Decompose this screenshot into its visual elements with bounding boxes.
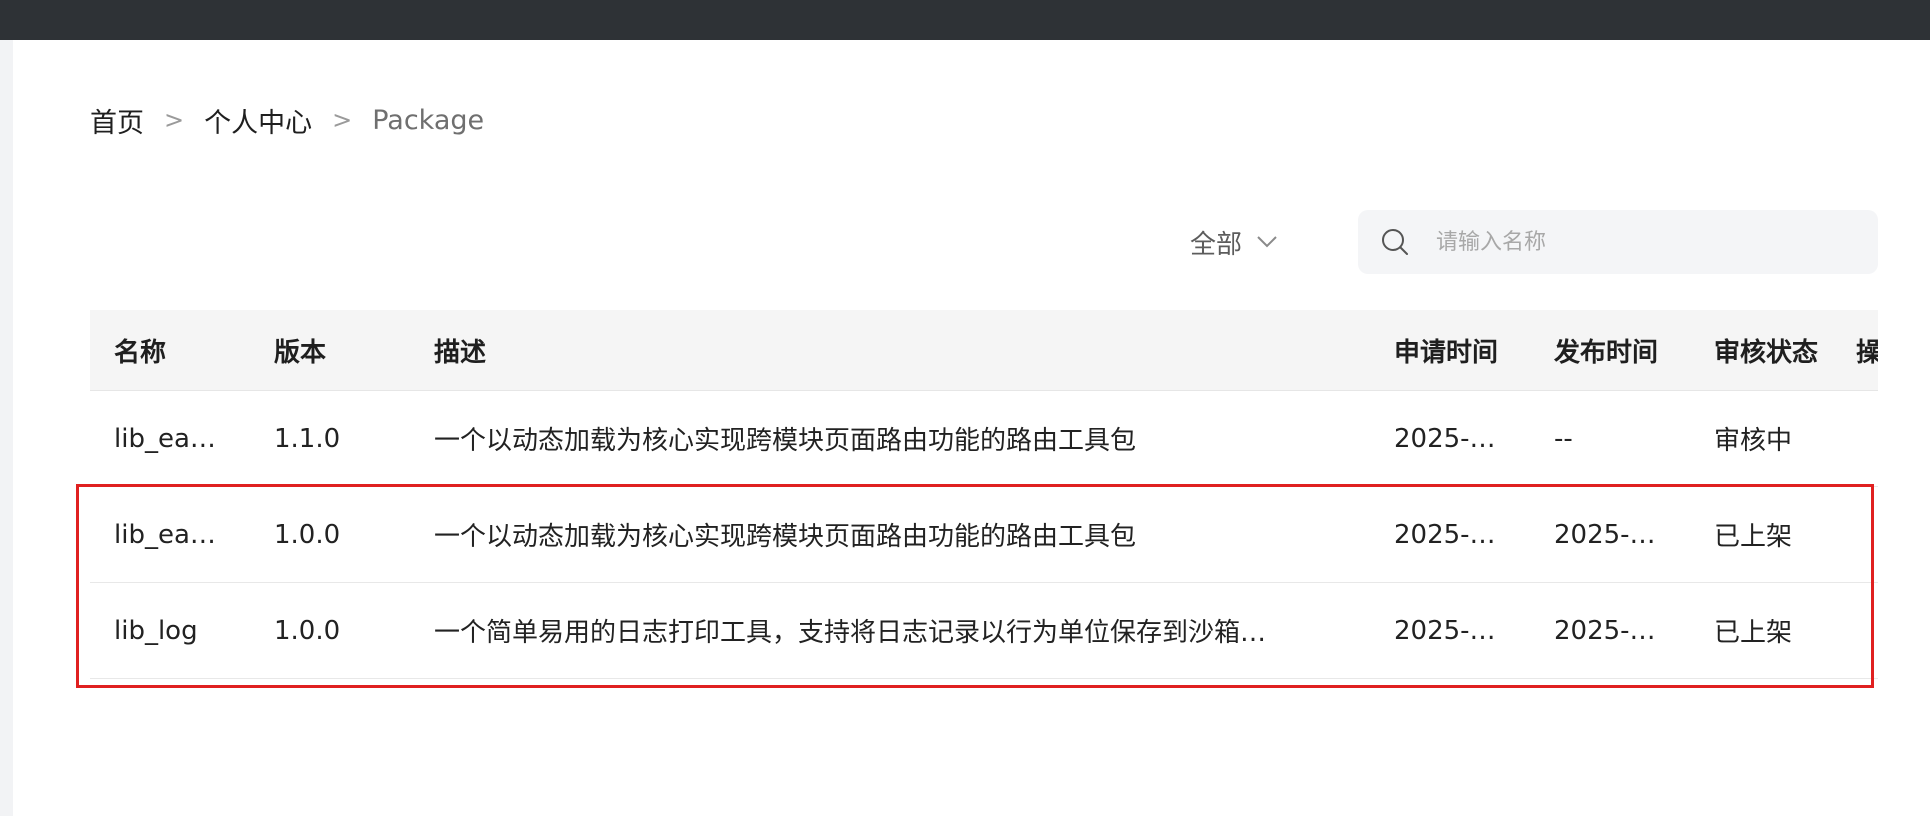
cell-apply-time: 2025-… [1394,615,1496,646]
table-header: 名称 版本 描述 申请时间 发布时间 审核状态 操 [90,310,1878,391]
search-icon [1380,227,1410,257]
package-table: 名称 版本 描述 申请时间 发布时间 审核状态 操 lib_ea… 1.1.0 … [90,310,1878,679]
breadcrumb-home[interactable]: 首页 [90,101,144,140]
cell-version: 1.1.0 [274,423,341,454]
header-description: 描述 [434,337,487,368]
search-input[interactable] [1434,221,1858,263]
cell-publish-time: 2025-… [1554,615,1656,646]
cell-description: 一个简单易用的日志打印工具，支持将日志记录以行为单位保存到沙箱… [434,618,1267,648]
table-row[interactable]: lib_ea… 1.1.0 一个以动态加载为核心实现跨模块页面路由功能的路由工具… [90,391,1878,487]
filter-label: 全部 [1190,229,1243,260]
table-row[interactable]: lib_ea… 1.0.0 一个以动态加载为核心实现跨模块页面路由功能的路由工具… [90,487,1878,583]
cell-status: 审核中 [1714,426,1793,456]
cell-status: 已上架 [1714,618,1793,648]
header-version: 版本 [274,337,327,368]
header-status: 审核状态 [1714,337,1819,368]
chevron-down-icon [1257,236,1277,248]
cell-name: lib_ea… [114,519,216,550]
breadcrumb-personal-center[interactable]: 个人中心 [204,101,312,140]
header-actions-partial: 操 [1850,332,1878,369]
status-filter-dropdown[interactable]: 全部 [1190,222,1278,262]
cell-status: 已上架 [1714,522,1793,552]
cell-apply-time: 2025-… [1394,423,1496,454]
cell-name: lib_log [114,615,198,646]
cell-description: 一个以动态加载为核心实现跨模块页面路由功能的路由工具包 [434,522,1137,552]
breadcrumb-separator: > [164,106,185,134]
cell-apply-time: 2025-… [1394,519,1496,550]
search-box [1358,210,1878,274]
table-row[interactable]: lib_log 1.0.0 一个简单易用的日志打印工具，支持将日志记录以行为单位… [90,583,1878,679]
cell-version: 1.0.0 [274,519,341,550]
breadcrumb-current: Package [372,104,485,136]
header-name: 名称 [114,337,167,368]
cell-publish-time: 2025-… [1554,519,1656,550]
top-bar [0,0,1930,40]
cell-description: 一个以动态加载为核心实现跨模块页面路由功能的路由工具包 [434,426,1137,456]
breadcrumb-separator: > [332,106,353,134]
left-gutter [0,40,13,816]
breadcrumb: 首页 > 个人中心 > Package [90,100,484,140]
cell-version: 1.0.0 [274,615,341,646]
cell-name: lib_ea… [114,423,216,454]
header-publish-time: 发布时间 [1554,337,1659,368]
header-apply-time: 申请时间 [1394,337,1499,368]
cell-publish-time: -- [1554,423,1573,454]
